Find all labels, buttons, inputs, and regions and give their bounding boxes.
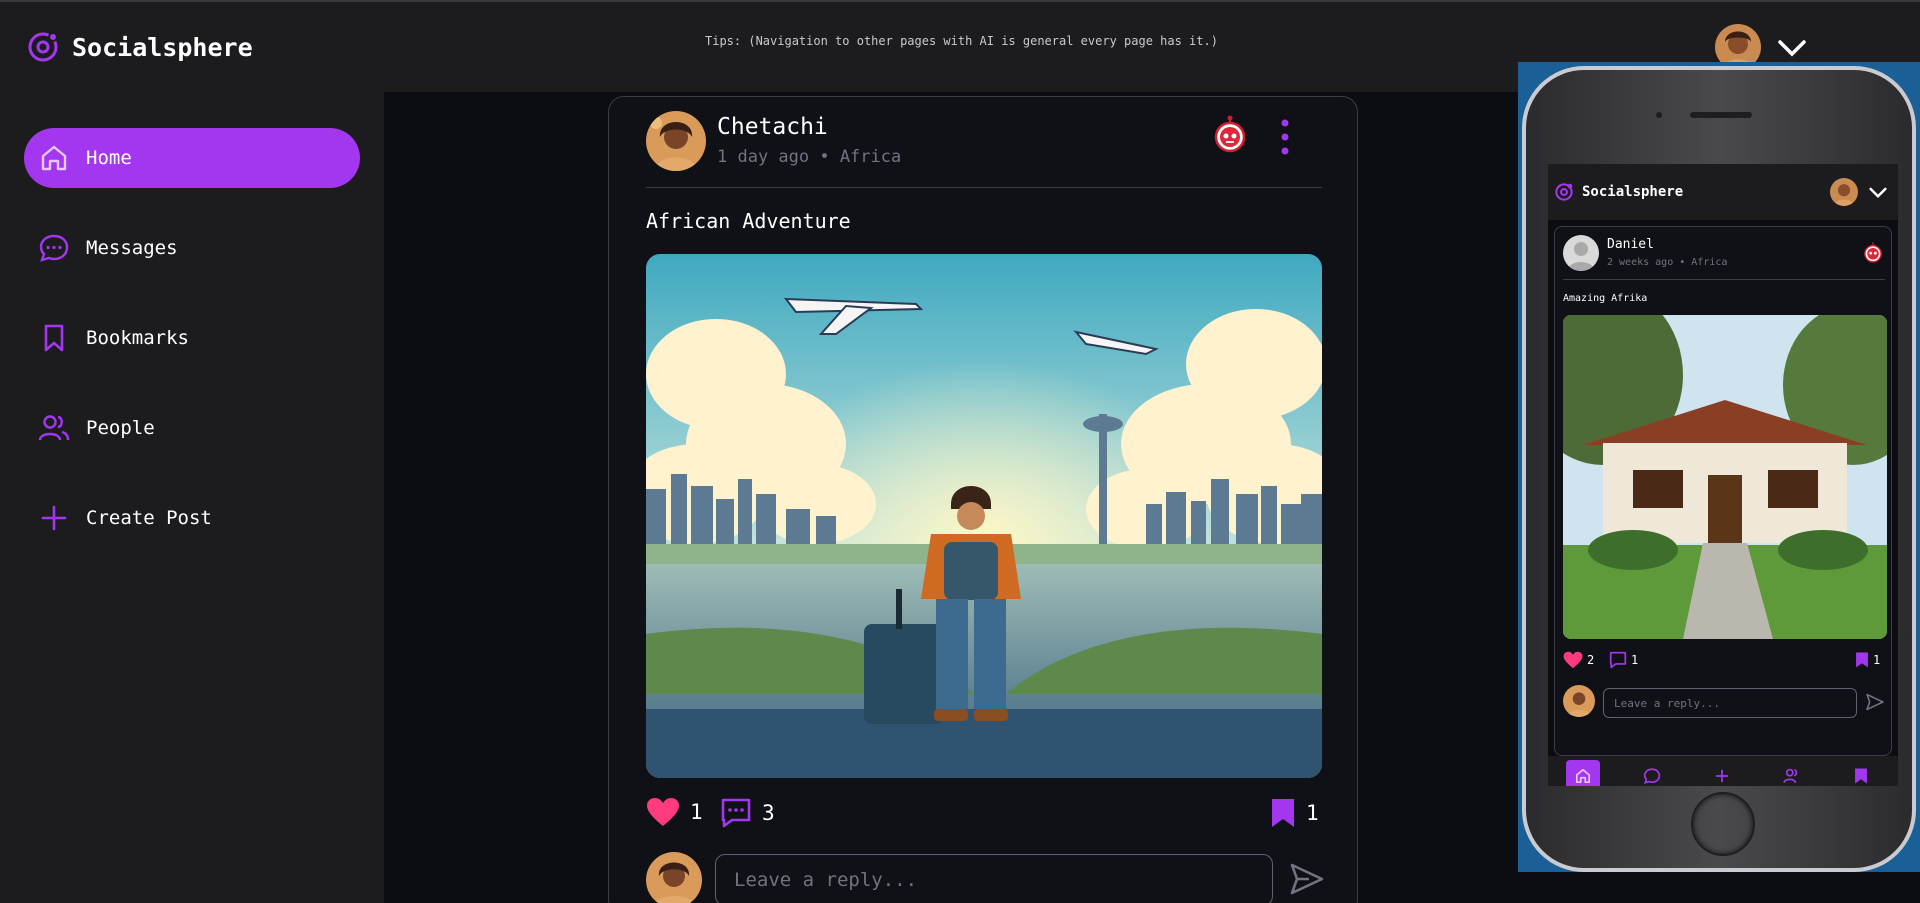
phone-post-author[interactable]: Daniel: [1607, 237, 1654, 252]
sidebar-item-people[interactable]: People: [24, 398, 360, 458]
phone-nav-create[interactable]: [1705, 760, 1739, 786]
post-title: African Adventure: [646, 209, 851, 233]
comment-icon: [1609, 651, 1627, 669]
post-actions: 1 3 1: [646, 797, 1322, 833]
mobile-preview: Socialsphere Daniel 2 weeks ago • Africa: [1518, 62, 1920, 872]
logo-icon: [28, 32, 58, 62]
post-author-name[interactable]: Chetachi: [717, 114, 828, 140]
phone-nav-messages[interactable]: [1635, 760, 1669, 786]
tips-text: Tips: (Navigation to other pages with AI…: [705, 34, 1218, 48]
sidebar-item-bookmarks[interactable]: Bookmarks: [24, 308, 360, 368]
ai-robot-icon[interactable]: [1214, 115, 1246, 157]
phone-post-meta: 2 weeks ago • Africa: [1607, 257, 1728, 268]
phone-bookmark-count: 1: [1873, 653, 1881, 667]
bookmark-filled-icon: [1272, 799, 1294, 827]
sidebar-item-label: Messages: [86, 237, 178, 259]
plus-icon: [41, 505, 67, 531]
post-image[interactable]: [646, 254, 1322, 778]
phone-brand[interactable]: Socialsphere: [1554, 182, 1683, 202]
post-author-avatar[interactable]: [646, 111, 706, 171]
phone-ai-robot-icon[interactable]: [1863, 241, 1883, 267]
phone-send-icon[interactable]: [1865, 693, 1885, 715]
phone-post-divider: [1563, 279, 1885, 280]
phone-post-avatar[interactable]: [1563, 235, 1599, 271]
sidebar: Home Messages Bookmarks People Create Po…: [0, 92, 384, 903]
bookmark-count: 1: [1306, 801, 1319, 825]
phone-frame: Socialsphere Daniel 2 weeks ago • Africa: [1522, 66, 1916, 872]
phone-user-avatar[interactable]: [1830, 178, 1858, 206]
people-icon: [1783, 768, 1798, 784]
like-count: 1: [690, 800, 703, 824]
phone-chevron-down-icon[interactable]: [1868, 184, 1888, 204]
phone-home-button: [1691, 792, 1755, 856]
account-menu-chevron-icon[interactable]: [1776, 34, 1808, 64]
phone-nav-bookmarks[interactable]: [1844, 760, 1878, 786]
phone-post-title: Amazing Afrika: [1563, 293, 1648, 304]
sidebar-item-label: Create Post: [86, 507, 212, 529]
message-icon: [39, 234, 69, 262]
like-button[interactable]: 1: [646, 797, 703, 827]
home-icon: [1575, 768, 1591, 784]
send-icon[interactable]: [1289, 862, 1325, 900]
comment-button[interactable]: 3: [720, 797, 775, 829]
phone-header: Socialsphere: [1548, 164, 1898, 220]
phone-reply-input[interactable]: [1603, 688, 1857, 718]
brand[interactable]: Socialsphere: [26, 30, 253, 64]
bookmark-icon: [44, 324, 64, 352]
phone-comment-count: 1: [1631, 653, 1639, 667]
phone-post-card: Daniel 2 weeks ago • Africa Amazing Afri…: [1554, 226, 1892, 756]
sidebar-item-home[interactable]: Home: [24, 128, 360, 188]
message-icon: [1643, 768, 1661, 785]
phone-brand-title: Socialsphere: [1582, 184, 1684, 200]
home-icon: [41, 145, 67, 171]
sidebar-item-messages[interactable]: Messages: [24, 218, 360, 278]
reply-user-avatar: [646, 852, 702, 903]
post-meta: 1 day ago • Africa: [717, 147, 902, 167]
phone-reply-avatar: [1563, 685, 1595, 717]
phone-post-image[interactable]: [1563, 315, 1887, 639]
phone-speaker: [1690, 112, 1752, 118]
sidebar-item-label: Bookmarks: [86, 327, 189, 349]
comment-count: 3: [762, 801, 775, 825]
logo-icon: [1555, 183, 1573, 201]
bookmark-icon: [1855, 768, 1867, 784]
heart-icon: [647, 798, 679, 826]
bookmark-filled-icon: [1856, 652, 1868, 668]
post-divider: [646, 187, 1322, 188]
phone-post-actions: 2 1 1: [1563, 651, 1887, 669]
brand-title: Socialsphere: [72, 32, 253, 62]
sidebar-item-label: Home: [86, 147, 132, 169]
phone-nav-people[interactable]: [1775, 760, 1809, 786]
phone-like-button[interactable]: 2: [1563, 651, 1594, 669]
bookmark-button[interactable]: 1: [1270, 797, 1319, 829]
people-icon: [38, 415, 70, 441]
heart-icon: [1563, 651, 1583, 669]
reply-input[interactable]: [715, 854, 1273, 903]
comment-icon: [721, 798, 751, 828]
phone-bottom-nav: [1548, 756, 1898, 786]
phone-comment-button[interactable]: 1: [1609, 651, 1638, 669]
phone-screen: Socialsphere Daniel 2 weeks ago • Africa: [1548, 164, 1898, 786]
sidebar-item-label: People: [86, 417, 155, 439]
plus-icon: [1715, 769, 1729, 783]
phone-camera: [1656, 112, 1662, 118]
sidebar-item-create-post[interactable]: Create Post: [24, 488, 360, 548]
more-options-icon[interactable]: [1281, 119, 1289, 159]
phone-like-count: 2: [1587, 653, 1595, 667]
phone-nav-home[interactable]: [1566, 760, 1600, 786]
phone-bookmark-button[interactable]: 1: [1855, 651, 1880, 669]
post-card: Chetachi 1 day ago • Africa African Adve…: [608, 96, 1358, 903]
